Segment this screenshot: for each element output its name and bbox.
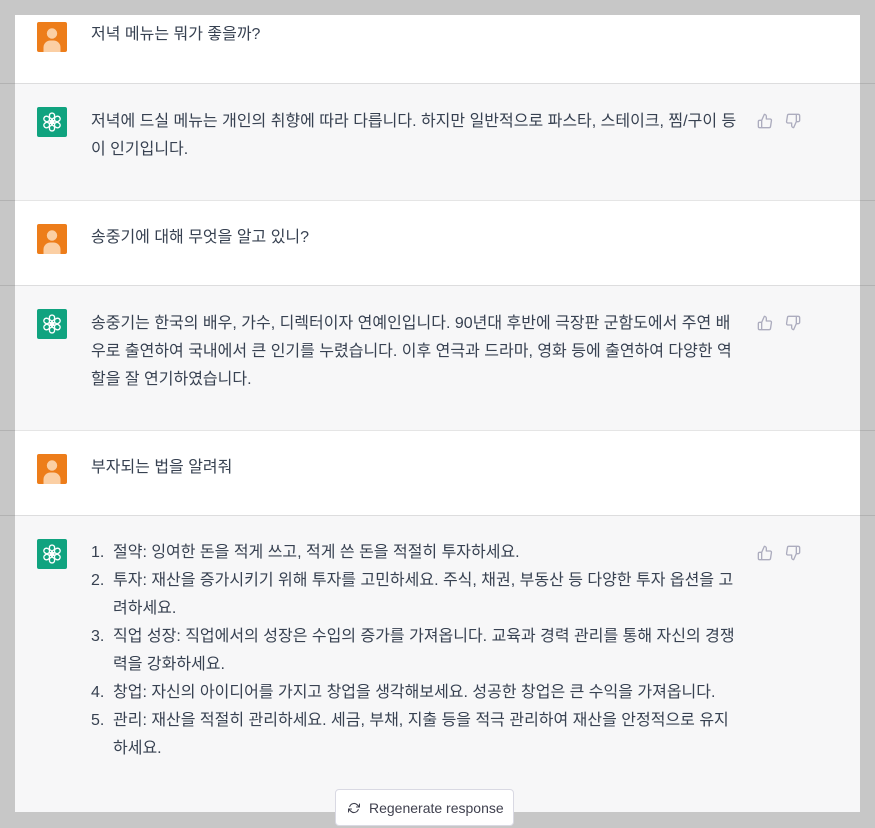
user-avatar-icon [37, 224, 67, 254]
list-marker: 4. [91, 684, 105, 701]
refresh-icon [348, 802, 360, 814]
openai-logo-icon [37, 539, 67, 569]
list-marker: 5. [91, 712, 105, 729]
user-message-text: 송중기에 대해 무엇을 알고 있니? [91, 229, 310, 246]
list-item: 5. 관리: 재산을 적절히 관리하세요. 세금, 부채, 지출 등을 적극 관… [91, 707, 743, 763]
feedback-buttons [755, 543, 803, 563]
thumbs-down-icon[interactable] [783, 111, 803, 131]
thumbs-up-icon[interactable] [755, 543, 775, 563]
row-divider [0, 430, 875, 431]
assistant-message-text: 저녁에 드실 메뉴는 개인의 취향에 따라 다릅니다. 하지만 일반적으로 파스… [91, 113, 737, 158]
user-avatar-icon [37, 454, 67, 484]
user-avatar-icon [37, 22, 67, 52]
conversation-panel: 저녁 메뉴는 뭐가 좋을까? 저녁에 드실 메뉴는 개인의 취향에 따라 다릅니… [15, 15, 860, 812]
row-divider [0, 83, 875, 84]
list-item: 3. 직업 성장: 직업에서의 성장은 수입의 증가를 가져옵니다. 교육과 경… [91, 623, 743, 679]
user-message-text: 부자되는 법을 알려줘 [91, 459, 233, 476]
assistant-message-row: 송중기는 한국의 배우, 가수, 디렉터이자 연예인입니다. 90년대 후반에 … [15, 285, 860, 430]
row-divider [0, 200, 875, 201]
thumbs-down-icon[interactable] [783, 313, 803, 333]
assistant-numbered-list: 1. 절약: 잉여한 돈을 적게 쓰고, 적게 쓴 돈을 적절히 투자하세요. … [91, 539, 743, 763]
thumbs-up-icon[interactable] [755, 111, 775, 131]
thumbs-down-icon[interactable] [783, 543, 803, 563]
assistant-message-row: 1. 절약: 잉여한 돈을 적게 쓰고, 적게 쓴 돈을 적절히 투자하세요. … [15, 515, 860, 812]
list-item-text: 관리: 재산을 적절히 관리하세요. 세금, 부채, 지출 등을 적극 관리하여… [113, 712, 729, 757]
list-item: 1. 절약: 잉여한 돈을 적게 쓰고, 적게 쓴 돈을 적절히 투자하세요. [91, 539, 743, 567]
list-item: 2. 투자: 재산을 증가시키기 위해 투자를 고민하세요. 주식, 채권, 부… [91, 567, 743, 623]
list-marker: 3. [91, 628, 105, 645]
user-message-row: 송중기에 대해 무엇을 알고 있니? [15, 200, 860, 285]
openai-logo-icon [37, 107, 67, 137]
list-item-text: 직업 성장: 직업에서의 성장은 수입의 증가를 가져옵니다. 교육과 경력 관… [113, 628, 735, 673]
list-marker: 2. [91, 572, 105, 589]
openai-logo-icon [37, 309, 67, 339]
user-message-text: 저녁 메뉴는 뭐가 좋을까? [91, 26, 261, 43]
row-divider [0, 285, 875, 286]
list-marker: 1. [91, 544, 105, 561]
regenerate-response-button[interactable]: Regenerate response [335, 789, 514, 826]
list-item-text: 투자: 재산을 증가시키기 위해 투자를 고민하세요. 주식, 채권, 부동산 … [113, 572, 734, 617]
user-message-row: 부자되는 법을 알려줘 [15, 430, 860, 515]
thumbs-up-icon[interactable] [755, 313, 775, 333]
feedback-buttons [755, 111, 803, 131]
regenerate-label: Regenerate response [369, 799, 504, 816]
list-item-text: 창업: 자신의 아이디어를 가지고 창업을 생각해보세요. 성공한 창업은 큰 … [113, 684, 716, 701]
list-item-text: 절약: 잉여한 돈을 적게 쓰고, 적게 쓴 돈을 적절히 투자하세요. [113, 544, 520, 561]
assistant-message-text: 송중기는 한국의 배우, 가수, 디렉터이자 연예인입니다. 90년대 후반에 … [91, 315, 732, 388]
list-item: 4. 창업: 자신의 아이디어를 가지고 창업을 생각해보세요. 성공한 창업은… [91, 679, 743, 707]
assistant-message-row: 저녁에 드실 메뉴는 개인의 취향에 따라 다릅니다. 하지만 일반적으로 파스… [15, 83, 860, 200]
row-divider [0, 515, 875, 516]
feedback-buttons [755, 313, 803, 333]
user-message-row: 저녁 메뉴는 뭐가 좋을까? [15, 15, 860, 83]
